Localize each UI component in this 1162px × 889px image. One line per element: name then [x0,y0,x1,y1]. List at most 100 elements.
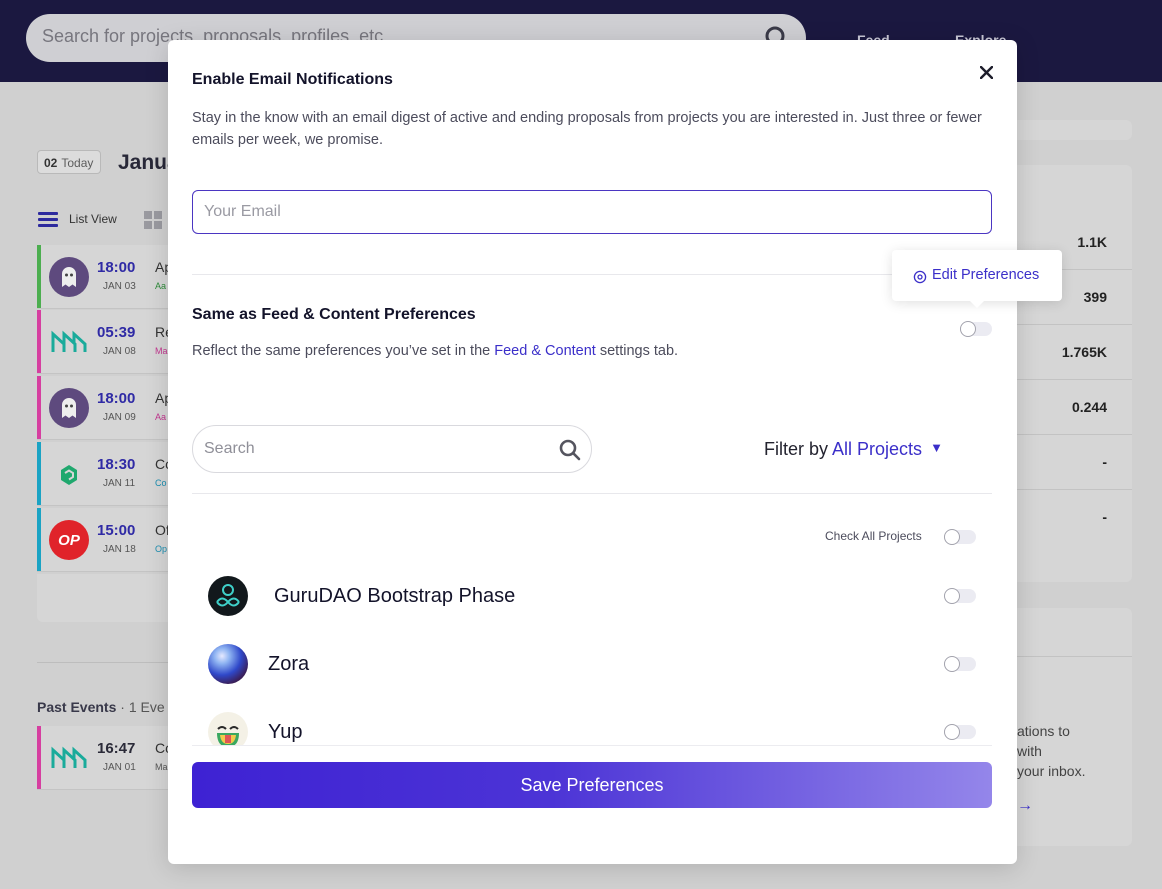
event-project: Co [155,478,167,488]
event-color-bar [37,508,41,571]
project-name: Yup [268,721,303,743]
event-project: Ma [155,762,168,772]
project-name: GuruDAO Bootstrap Phase [274,585,516,607]
event-row[interactable]: OP 15:00 JAN 18 Of Op [37,508,177,572]
event-color-bar [37,376,41,439]
list-view-icon[interactable] [38,212,58,227]
list-item: Zora [192,628,992,696]
edit-preferences-label: Edit Preferences [932,267,1040,283]
list-item: Yup [192,696,992,746]
same-preferences-toggle[interactable] [960,321,992,337]
event-time: 16:47 [97,740,136,757]
event-project: Op [155,544,168,554]
event-color-bar [37,726,41,789]
ghost-avatar-icon [49,388,89,428]
feed-content-link[interactable]: Feed & Content [494,343,596,359]
project-toggle[interactable] [944,656,976,672]
check-all-label: Check All Projects [825,529,922,543]
event-color-bar [37,310,41,373]
divider [192,274,992,275]
gurudao-logo-icon [208,576,248,616]
divider [192,493,992,494]
stat-row: 1.765K [1017,325,1132,380]
promo-arrow-link[interactable]: → [1017,797,1033,815]
today-label: Today [61,156,94,170]
event-color-bar [37,442,41,505]
event-date: JAN 08 [103,346,136,357]
event-row[interactable]: 18:00 JAN 09 Ap Aa [37,376,177,440]
close-icon [979,65,993,79]
compound-logo-icon [49,454,89,494]
same-desc-prefix: Reflect the same preferences you’ve set … [192,343,495,359]
past-event-row[interactable]: 16:47 JAN 01 Co Ma [37,726,177,790]
maker-logo-icon [49,738,89,778]
list-item: GuruDAO Bootstrap Phase [192,560,992,628]
toggle-knob [944,588,960,604]
email-field[interactable] [192,190,992,234]
event-row[interactable]: 18:00 JAN 03 Ap Aa [37,245,177,309]
close-button[interactable] [976,62,996,82]
filter-dropdown[interactable]: Filter by All Projects ▼ [764,439,943,460]
gear-icon [913,270,927,284]
event-row[interactable]: 18:30 JAN 11 Co Co [37,442,177,506]
today-number: 02 [44,156,58,170]
promo-divider [1017,656,1132,657]
save-preferences-button[interactable]: Save Preferences [192,762,992,808]
promo-text-line: ations to [1017,723,1070,739]
event-date: JAN 11 [103,478,136,489]
event-date: JAN 01 [103,762,136,773]
grid-view-icon[interactable] [144,211,162,229]
project-search-input[interactable] [192,425,592,473]
project-toggle[interactable] [944,724,976,740]
list-bottom-divider [192,745,992,746]
event-color-bar [37,245,41,308]
modal-title: Enable Email Notifications [192,71,393,88]
toggle-knob [944,529,960,545]
event-project: Aa [155,281,167,291]
stat-value: 399 [1083,289,1107,305]
stat-value: 1.765K [1061,344,1107,360]
stat-value: - [1102,454,1107,470]
event-time: 18:00 [97,259,136,276]
stat-row: 0.244 [1017,380,1132,435]
toggle-knob [944,724,960,740]
event-date: JAN 18 [103,544,136,555]
event-time: 18:00 [97,390,136,407]
zora-logo-icon [208,644,248,684]
toggle-knob [944,656,960,672]
edit-preferences-tooltip[interactable]: Edit Preferences [892,250,1062,308]
section-divider [37,662,177,663]
past-events-title: Past Events [37,699,117,715]
maker-logo-icon [49,322,89,362]
stat-row: - [1017,435,1132,490]
event-time: 18:30 [97,456,136,473]
search-icon[interactable] [559,439,581,461]
same-desc-suffix: settings tab. [595,343,679,359]
events-card-footer [37,574,177,622]
past-events-count: · 1 Eve [120,699,165,715]
filter-value[interactable]: All Projects [832,439,922,459]
email-notifications-modal: Enable Email Notifications Stay in the k… [168,40,1062,864]
past-events-label: Past Events · 1 Eve [37,699,165,715]
promo-text-line: with [1017,743,1042,759]
project-toggle[interactable] [944,588,976,604]
optimism-logo-icon: OP [49,520,89,560]
check-all-toggle[interactable] [944,529,976,545]
caret-down-icon[interactable]: ▼ [930,440,943,455]
event-row[interactable]: 05:39 JAN 08 Re Ma [37,310,177,374]
event-project: Ma [155,346,168,356]
today-chip[interactable]: 02 Today [37,150,101,174]
side-card-top [1017,120,1132,140]
event-time: 15:00 [97,522,136,539]
project-name: Zora [268,653,310,675]
project-list: GuruDAO Bootstrap Phase Zora Yup [192,560,992,746]
event-date: JAN 03 [103,281,136,292]
yup-logo-icon [208,712,248,746]
ghost-avatar-icon [49,257,89,297]
event-project: Aa [155,412,167,422]
stat-row: - [1017,490,1132,545]
modal-description: Stay in the know with an email digest of… [192,110,982,148]
list-view-label[interactable]: List View [69,212,117,226]
promo-text-line: your inbox. [1017,763,1086,779]
stat-value: - [1102,509,1107,525]
